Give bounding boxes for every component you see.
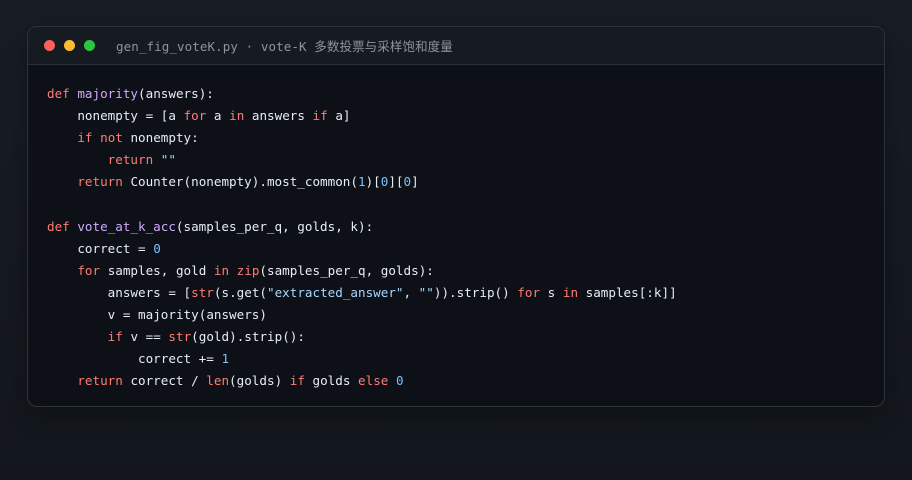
maximize-button[interactable] — [84, 40, 95, 51]
minimize-button[interactable] — [64, 40, 75, 51]
code-line: answers = [str(s.get("extracted_answer",… — [107, 284, 677, 300]
code-line: return correct / len(golds) if golds els… — [77, 373, 404, 389]
code-line: def vote_at_k_acc(samples_per_q, golds, … — [47, 218, 374, 234]
code-line: return "" — [107, 152, 176, 168]
window-titlebar: gen_fig_voteK.py · vote-K 多数投票与采样饱和度量 — [28, 27, 884, 65]
code-line: nonempty = [a for a in answers if a] — [77, 108, 351, 124]
code-block[interactable]: def majority(answers): nonempty = [a for… — [47, 83, 677, 392]
code-window: gen_fig_voteK.py · vote-K 多数投票与采样饱和度量 de… — [27, 26, 885, 407]
code-line: correct = 0 — [77, 240, 161, 256]
code-line: if v == str(gold).strip(): — [107, 329, 305, 345]
window-title: gen_fig_voteK.py · vote-K 多数投票与采样饱和度量 — [116, 39, 453, 54]
code-line: for samples, gold in zip(samples_per_q, … — [77, 262, 434, 278]
code-line: def majority(answers): — [47, 86, 214, 101]
code-line: if not nonempty: — [77, 130, 199, 146]
code-line: v = majority(answers) — [107, 306, 267, 322]
code-line: correct += 1 — [138, 351, 230, 367]
close-button[interactable] — [44, 40, 55, 51]
code-line: return Counter(nonempty).most_common(1)[… — [77, 174, 419, 190]
